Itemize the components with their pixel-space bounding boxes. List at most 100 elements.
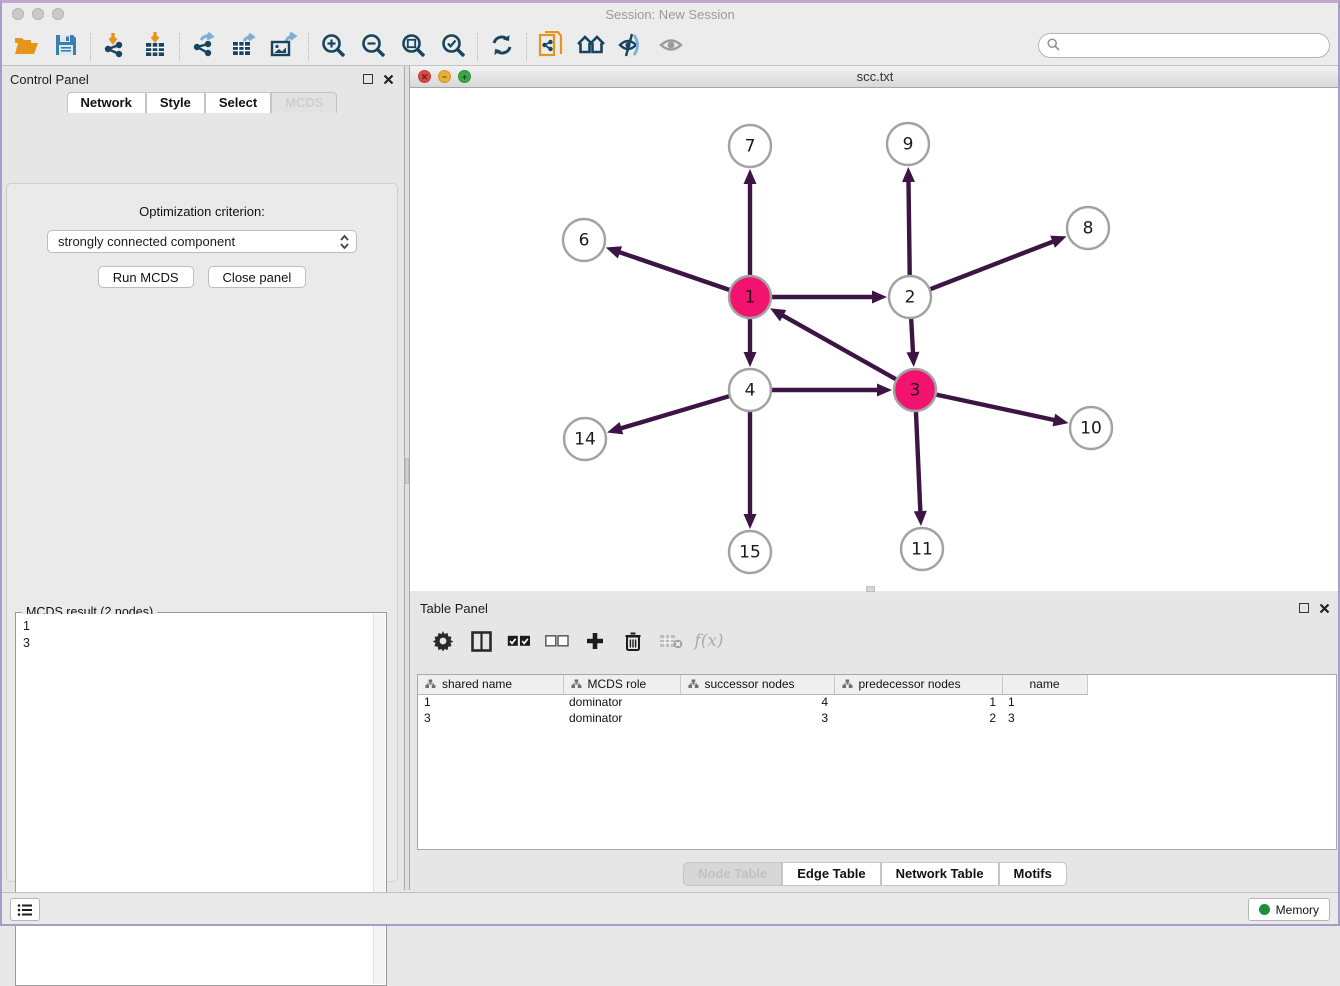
export-table-button[interactable] bbox=[224, 31, 264, 63]
zoom-selected-button[interactable] bbox=[433, 31, 473, 63]
cell-shared-name[interactable]: 3 bbox=[418, 710, 563, 726]
zoom-out-button[interactable] bbox=[353, 31, 393, 63]
hierarchy-icon bbox=[688, 679, 699, 689]
table-settings-button[interactable] bbox=[424, 624, 462, 658]
export-network-button[interactable] bbox=[184, 31, 224, 63]
canvas-resize-grip[interactable] bbox=[866, 586, 875, 592]
hierarchy-icon bbox=[425, 679, 436, 689]
save-session-button[interactable] bbox=[46, 31, 86, 63]
gear-icon bbox=[433, 631, 453, 651]
graph-edge-2-3[interactable] bbox=[911, 317, 913, 354]
toolbar-separator bbox=[477, 33, 478, 61]
export-image-button[interactable] bbox=[264, 31, 304, 63]
network-maximize-button[interactable]: + bbox=[458, 70, 471, 83]
table-panel: Table Panel f(x) bbox=[410, 596, 1340, 890]
network-graph[interactable]: 7968124314101511 bbox=[410, 88, 1340, 591]
tab-network-table[interactable]: Network Table bbox=[881, 862, 999, 886]
open-session-button[interactable] bbox=[6, 31, 46, 63]
function-builder-button[interactable]: f(x) bbox=[690, 624, 728, 658]
column-header-shared-name[interactable]: shared name bbox=[418, 675, 563, 694]
checked-boxes-icon bbox=[507, 635, 531, 647]
zoom-in-button[interactable] bbox=[313, 31, 353, 63]
table-header-row[interactable]: shared name MCDS role successor nodes pr… bbox=[418, 675, 1087, 694]
deselect-all-button[interactable] bbox=[538, 624, 576, 658]
tab-motifs[interactable]: Motifs bbox=[999, 862, 1067, 886]
graph-edge-3-11[interactable] bbox=[916, 410, 921, 513]
network-window-titlebar[interactable]: ✕ − + scc.txt bbox=[410, 66, 1340, 88]
close-panel-button[interactable]: Close panel bbox=[208, 266, 307, 288]
cell-mcds-role[interactable]: dominator bbox=[563, 710, 680, 726]
graph-edge-3-1[interactable] bbox=[781, 315, 897, 381]
column-header-name[interactable]: name bbox=[1002, 675, 1087, 694]
cell-predecessor-nodes[interactable]: 2 bbox=[834, 710, 1002, 726]
edge-arrowhead bbox=[744, 169, 757, 184]
cell-predecessor-nodes[interactable]: 1 bbox=[834, 694, 1002, 710]
network-canvas[interactable]: 7968124314101511 bbox=[410, 88, 1340, 591]
tab-style[interactable]: Style bbox=[146, 92, 205, 113]
close-panel-icon[interactable] bbox=[383, 74, 394, 85]
edge-arrowhead bbox=[607, 422, 623, 434]
zoom-in-icon bbox=[321, 33, 346, 61]
add-row-button[interactable] bbox=[576, 624, 614, 658]
control-panel-title: Control Panel bbox=[10, 72, 363, 87]
result-scrollbar[interactable] bbox=[373, 614, 385, 984]
close-table-panel-icon[interactable] bbox=[1319, 603, 1330, 614]
export-image-icon bbox=[270, 32, 298, 61]
cell-successor-nodes[interactable]: 4 bbox=[680, 694, 834, 710]
graph-edge-1-6[interactable] bbox=[618, 252, 731, 291]
tab-mcds[interactable]: MCDS bbox=[271, 92, 337, 113]
node-label-4: 4 bbox=[745, 381, 756, 401]
show-all-button[interactable] bbox=[651, 31, 691, 63]
cell-name[interactable]: 1 bbox=[1002, 694, 1087, 710]
show-columns-button[interactable] bbox=[462, 624, 500, 658]
tab-edge-table[interactable]: Edge Table bbox=[782, 862, 880, 886]
run-mcds-button[interactable]: Run MCDS bbox=[98, 266, 194, 288]
float-panel-icon[interactable] bbox=[363, 74, 373, 84]
column-header-successor-nodes[interactable]: successor nodes bbox=[680, 675, 834, 694]
delete-table-button[interactable] bbox=[652, 624, 690, 658]
window-title: Session: New Session bbox=[0, 7, 1340, 22]
column-header-predecessor-nodes[interactable]: predecessor nodes bbox=[834, 675, 1002, 694]
network-window: ✕ − + scc.txt 7968124314101511 bbox=[410, 66, 1340, 592]
network-close-button[interactable]: ✕ bbox=[418, 70, 431, 83]
task-history-button[interactable] bbox=[10, 898, 40, 921]
graph-edge-2-9[interactable] bbox=[908, 180, 909, 277]
hide-selected-button[interactable] bbox=[611, 31, 651, 63]
toolbar-separator bbox=[308, 33, 309, 61]
tab-node-table[interactable]: Node Table bbox=[683, 862, 782, 886]
zoom-fit-button[interactable] bbox=[393, 31, 433, 63]
cell-mcds-role[interactable]: dominator bbox=[563, 694, 680, 710]
search-input[interactable] bbox=[1065, 36, 1329, 56]
graph-edge-4-14[interactable] bbox=[620, 396, 731, 429]
graph-edge-3-10[interactable] bbox=[935, 394, 1056, 420]
float-table-panel-icon[interactable] bbox=[1299, 603, 1309, 613]
node-label-11: 11 bbox=[911, 540, 933, 560]
apply-layout-button[interactable] bbox=[482, 31, 522, 63]
optimization-criterion-select[interactable]: strongly connected component bbox=[47, 230, 357, 253]
control-panel: Control Panel Network Style Select MCDS … bbox=[0, 66, 404, 890]
import-network-button[interactable] bbox=[95, 31, 135, 63]
table-row[interactable]: 3 dominator 3 2 3 bbox=[418, 710, 1087, 726]
delete-row-button[interactable] bbox=[614, 624, 652, 658]
node-table[interactable]: shared name MCDS role successor nodes pr… bbox=[417, 674, 1337, 850]
column-header-mcds-role[interactable]: MCDS role bbox=[563, 675, 680, 694]
import-table-button[interactable] bbox=[135, 31, 175, 63]
cell-successor-nodes[interactable]: 3 bbox=[680, 710, 834, 726]
cell-name[interactable]: 3 bbox=[1002, 710, 1087, 726]
tab-network[interactable]: Network bbox=[67, 92, 146, 113]
network-minimize-button[interactable]: − bbox=[438, 70, 451, 83]
search-box[interactable] bbox=[1038, 33, 1330, 58]
select-all-button[interactable] bbox=[500, 624, 538, 658]
node-label-2: 2 bbox=[905, 288, 916, 308]
mcds-result-box: MCDS result (2 nodes) 1 3 bbox=[15, 612, 387, 986]
memory-button[interactable]: Memory bbox=[1248, 898, 1330, 921]
first-neighbors-button[interactable] bbox=[571, 31, 611, 63]
dropdown-selected-value: strongly connected component bbox=[58, 234, 339, 249]
cell-shared-name[interactable]: 1 bbox=[418, 694, 563, 710]
mcds-result-values: 1 3 bbox=[17, 614, 373, 984]
graph-edge-2-8[interactable] bbox=[929, 241, 1055, 290]
tab-select[interactable]: Select bbox=[205, 92, 271, 113]
table-row[interactable]: 1 dominator 4 1 1 bbox=[418, 694, 1087, 710]
splitter-grip[interactable] bbox=[405, 458, 409, 484]
network-from-selection-button[interactable] bbox=[531, 31, 571, 63]
